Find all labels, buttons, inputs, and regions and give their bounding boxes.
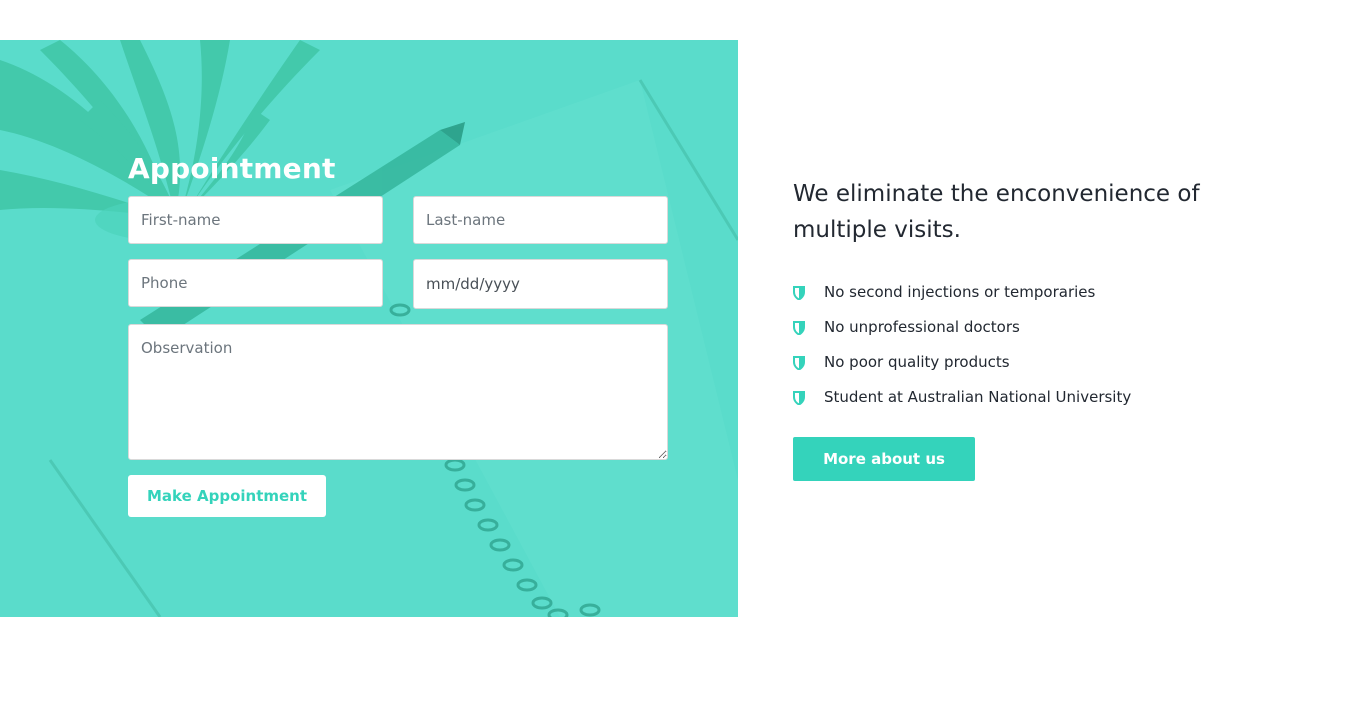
- date-input-value: mm/dd/yyyy: [426, 275, 520, 293]
- about-headline: We eliminate the enconvenience of multip…: [793, 181, 1200, 243]
- shield-icon: [793, 391, 805, 405]
- shield-icon: [793, 286, 805, 300]
- feature-item: No unprofessional doctors: [793, 318, 1131, 353]
- feature-label: No unprofessional doctors: [824, 318, 1020, 336]
- last-name-input[interactable]: [413, 196, 668, 244]
- page: Appointment mm/dd/yyyy Make Appointment …: [0, 0, 1366, 702]
- feature-label: No poor quality products: [824, 353, 1010, 371]
- feature-item: No poor quality products: [793, 353, 1131, 388]
- feature-label: No second injections or temporaries: [824, 283, 1096, 301]
- feature-item: No second injections or temporaries: [793, 283, 1131, 318]
- phone-input[interactable]: [128, 259, 383, 307]
- date-input[interactable]: mm/dd/yyyy: [413, 259, 668, 309]
- make-appointment-button[interactable]: Make Appointment: [128, 475, 326, 517]
- observation-textarea[interactable]: [128, 324, 668, 460]
- first-name-input[interactable]: [128, 196, 383, 244]
- more-about-us-button[interactable]: More about us: [793, 437, 975, 481]
- appointment-title: Appointment: [128, 152, 336, 185]
- shield-icon: [793, 356, 805, 370]
- appointment-hero: Appointment mm/dd/yyyy Make Appointment: [0, 40, 738, 617]
- feature-list: No second injections or temporaries No u…: [793, 283, 1131, 423]
- shield-icon: [793, 321, 805, 335]
- feature-item: Student at Australian National Universit…: [793, 388, 1131, 423]
- feature-label: Student at Australian National Universit…: [824, 388, 1132, 406]
